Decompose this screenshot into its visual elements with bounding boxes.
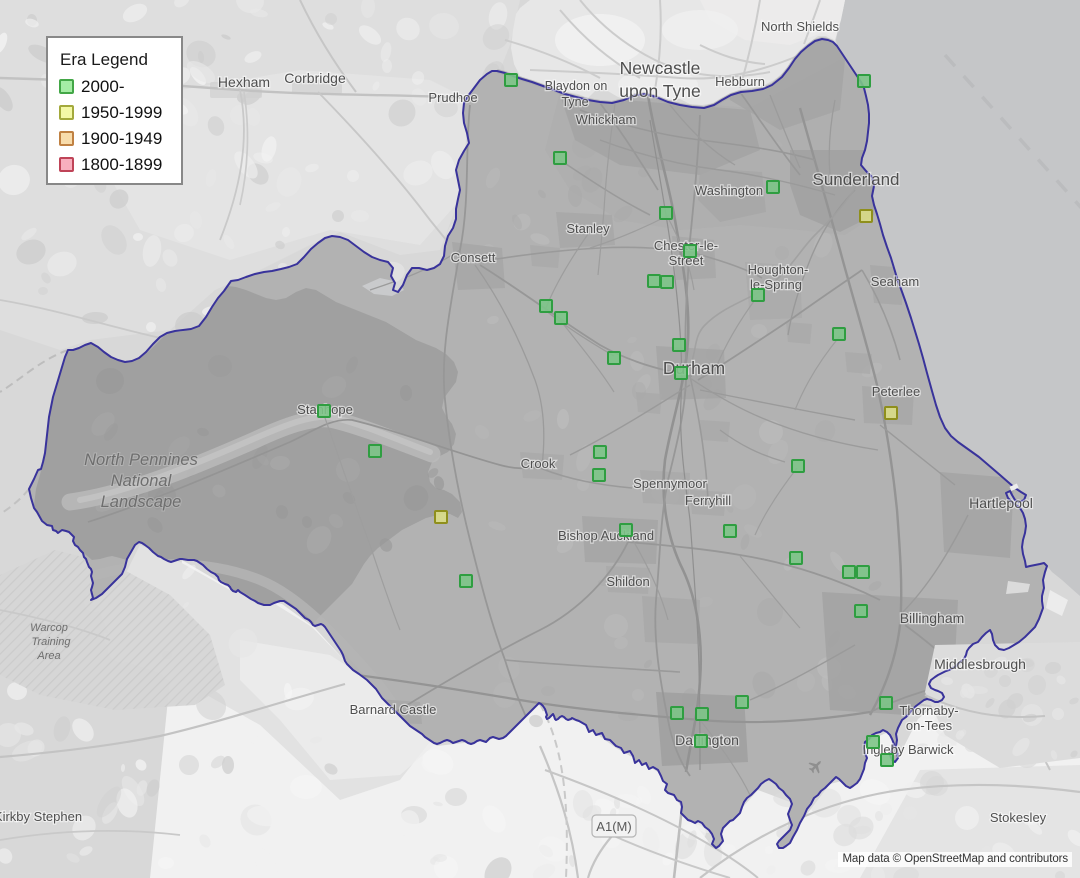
svg-text:Corbridge: Corbridge [284,70,346,86]
svg-text:Crook: Crook [521,456,556,471]
svg-text:Hebburn: Hebburn [715,74,765,89]
svg-text:Stokesley: Stokesley [990,810,1047,825]
svg-text:Middlesbrough: Middlesbrough [934,656,1026,672]
svg-text:Seaham: Seaham [871,274,919,289]
svg-text:North Pennines: North Pennines [84,451,198,469]
svg-text:Warcop: Warcop [30,622,68,634]
svg-text:Barnard Castle: Barnard Castle [350,702,437,717]
svg-text:Hartlepool: Hartlepool [969,495,1033,511]
svg-text:Consett: Consett [451,250,496,265]
svg-text:Hexham: Hexham [218,74,270,90]
svg-text:Spennymoor: Spennymoor [633,476,707,491]
svg-text:Peterlee: Peterlee [872,384,920,399]
svg-text:Tyne: Tyne [561,95,588,109]
svg-text:Bishop Auckland: Bishop Auckland [558,528,654,543]
svg-text:Houghton-: Houghton- [748,262,809,277]
svg-text:Ferryhill: Ferryhill [685,493,731,508]
svg-text:Landscape: Landscape [101,493,182,511]
svg-text:Stanley: Stanley [566,221,610,236]
svg-text:Newcastle: Newcastle [620,58,701,78]
svg-text:Blaydon on: Blaydon on [545,79,608,93]
svg-text:Durham: Durham [663,358,725,378]
svg-text:Thornaby-: Thornaby- [899,703,958,718]
svg-text:Billingham: Billingham [900,610,965,626]
svg-text:Whickham: Whickham [576,112,637,127]
svg-text:Washington: Washington [695,183,763,198]
svg-text:on-Tees: on-Tees [906,718,953,733]
svg-text:Kirkby Stephen: Kirkby Stephen [0,809,82,824]
svg-text:upon Tyne: upon Tyne [619,81,700,101]
svg-text:Area: Area [36,650,60,662]
svg-text:National: National [111,472,173,490]
svg-text:Sunderland: Sunderland [813,170,900,189]
svg-text:Shildon: Shildon [606,574,649,589]
svg-text:Prudhoe: Prudhoe [428,90,477,105]
svg-text:Training: Training [32,636,72,648]
svg-text:North Shields: North Shields [761,19,840,34]
svg-text:A1(M): A1(M) [596,819,631,834]
